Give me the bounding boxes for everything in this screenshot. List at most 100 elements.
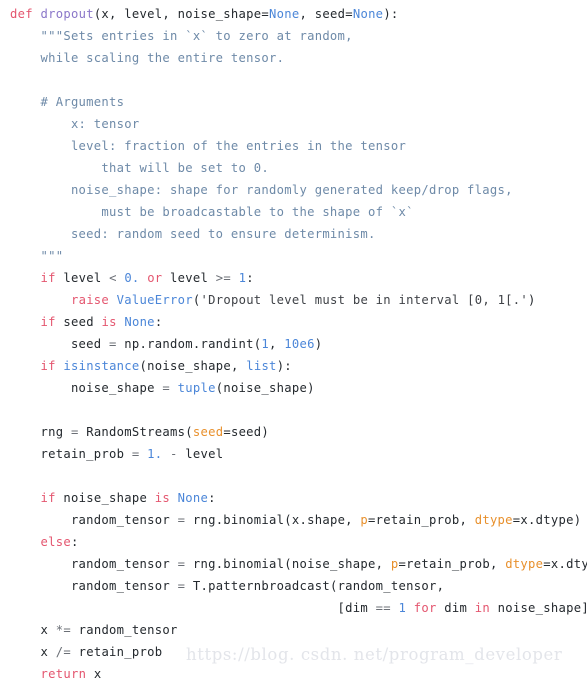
code-token-plain: rng.binomial(noise_shape,: [185, 557, 391, 571]
code-token-kw: for: [413, 601, 437, 615]
code-token-kwa: p: [390, 557, 399, 571]
code-token-plain: retain_prob: [10, 447, 132, 461]
code-token-kwa: dtype: [505, 557, 544, 571]
code-line: def dropout(x, level, noise_shape=None, …: [10, 3, 587, 25]
code-token-plain: (noise_shape,: [139, 359, 247, 373]
code-token-doc: x: tensor: [10, 117, 140, 131]
code-token-plain: x: [10, 645, 56, 659]
code-line: level: fraction of the entries in the te…: [10, 135, 587, 157]
code-token-plain: x: [10, 623, 56, 637]
code-token-plain: noise_shape]): [489, 601, 587, 615]
code-token-kw: or: [147, 271, 163, 285]
code-line: if isinstance(noise_shape, list):: [10, 355, 587, 377]
code-line: x /= retain_prob: [10, 641, 587, 663]
code-line: # Arguments: [10, 91, 587, 113]
code-token-plain: =x.dtype): [512, 513, 582, 527]
code-token-plain: =retain_prob,: [368, 513, 475, 527]
code-token-kw: if: [40, 315, 56, 329]
code-token-plain: level: [162, 271, 216, 285]
code-token-kwa: p: [360, 513, 369, 527]
code-token-kw: is: [101, 315, 117, 329]
code-token-doc: while scaling the entire tensor.: [10, 51, 285, 65]
code-token-op: <: [109, 271, 117, 285]
code-token-plain: [dim: [10, 601, 376, 615]
code-token-plain: =seed): [223, 425, 270, 439]
code-token-num: 0.: [124, 271, 140, 285]
code-line: if seed is None:: [10, 311, 587, 333]
code-token-blt: tuple: [177, 381, 216, 395]
code-token-plain: retain_prob: [70, 645, 163, 659]
code-token-plain: :: [246, 271, 254, 285]
code-token-op: >=: [215, 271, 232, 285]
code-token-num: 10e6: [284, 337, 315, 351]
code-token-doc: level: fraction of the entries in the te…: [10, 139, 407, 153]
code-token-plain: =retain_prob,: [398, 557, 506, 571]
code-line: rng = RandomStreams(seed=seed): [10, 421, 587, 443]
code-line: retain_prob = 1. - level: [10, 443, 587, 465]
code-token-blt: ValueError: [116, 293, 193, 307]
code-token-kw: if: [40, 491, 56, 505]
code-token-op: =: [70, 425, 79, 439]
code-token-kw: is: [154, 491, 171, 505]
code-token-plain: noise_shape: [10, 381, 163, 395]
code-token-plain: dim: [436, 601, 475, 615]
code-token-doc: """Sets entries in `x` to zero at random…: [10, 29, 353, 43]
code-line: [dim == 1 for dim in noise_shape]): [10, 597, 587, 619]
code-token-op: -: [170, 447, 178, 461]
code-token-str: 'Dropout level must be in interval [0, 1…: [200, 293, 529, 307]
code-token-kw: if: [40, 359, 56, 373]
code-token-plain: random_tensor: [10, 579, 178, 593]
code-token-plain: random_tensor: [10, 557, 178, 571]
code-token-plain: seed: [10, 337, 110, 351]
code-line: x *= random_tensor: [10, 619, 587, 641]
code-token-op: /=: [55, 645, 71, 659]
code-token-kw: def: [10, 7, 41, 21]
code-token-plain: RandomStreams(: [78, 425, 193, 439]
code-block: def dropout(x, level, noise_shape= None , …: [0, 0, 587, 685]
code-token-num: 1.: [147, 447, 163, 461]
code-line: x: tensor: [10, 113, 587, 135]
code-token-blt: None: [177, 491, 209, 505]
code-line: seed = np.random.randint(1, 10e6): [10, 333, 587, 355]
code-token-plain: ):: [383, 7, 399, 21]
code-token-plain: level: [55, 271, 110, 285]
code-token-plain: ,: [269, 337, 285, 351]
code-line: noise_shape: shape for randomly generate…: [10, 179, 587, 201]
code-token-fn: dropout: [40, 7, 94, 21]
code-token-plain: rng.binomial(x.shape,: [185, 513, 361, 527]
code-token-plain: (x, level, noise_shape=: [93, 7, 270, 21]
code-token-doc: that will be set to 0.: [10, 161, 269, 175]
code-line: while scaling the entire tensor.: [10, 47, 587, 69]
code-token-kwa: dtype: [474, 513, 513, 527]
code-token-plain: :: [70, 535, 79, 549]
code-token-plain: noise_shape: [55, 491, 155, 505]
code-token-blt: isinstance: [63, 359, 140, 373]
code-line: if level < 0. or level >= 1:: [10, 267, 587, 289]
code-token-op: ==: [375, 601, 391, 615]
code-token-plain: random_tensor: [70, 623, 178, 637]
code-token-plain: ):: [276, 359, 292, 373]
code-token-doc: """: [10, 249, 64, 263]
code-line: must be broadcastable to the shape of `x…: [10, 201, 587, 223]
code-token-plain: (noise_shape): [215, 381, 315, 395]
code-token-kw: return: [40, 667, 87, 681]
code-token-kw: raise: [70, 293, 110, 307]
code-token-plain: , seed=: [299, 7, 353, 21]
code-token-plain: :: [208, 491, 216, 505]
code-line: """Sets entries in `x` to zero at random…: [10, 25, 587, 47]
code-line: noise_shape = tuple(noise_shape): [10, 377, 587, 399]
code-token-doc: must be broadcastable to the shape of `x…: [10, 205, 414, 219]
